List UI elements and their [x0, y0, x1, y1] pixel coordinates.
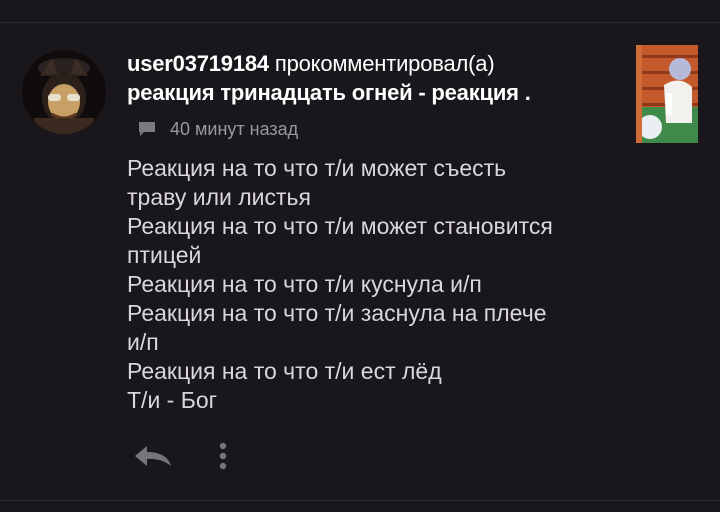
- comment-actions: [128, 440, 238, 476]
- comment-headline: user03719184 прокомментировал(а) реакция…: [127, 49, 627, 107]
- comment-body: Реакция на то что т/и может съесть траву…: [127, 155, 553, 413]
- reply-arrow-icon: [133, 444, 173, 473]
- more-vertical-icon: [219, 442, 227, 475]
- user-avatar[interactable]: [22, 50, 106, 134]
- username-link[interactable]: user03719184: [127, 51, 269, 76]
- post-thumbnail[interactable]: [636, 45, 698, 143]
- bottom-divider: [0, 500, 720, 501]
- comment-meta: 40 минут назад: [138, 118, 298, 140]
- action-text: прокомментировал(а): [274, 51, 495, 76]
- timestamp: 40 минут назад: [170, 118, 299, 139]
- post-title-link[interactable]: реакция тринадцать огней - реакция .: [127, 78, 627, 107]
- chat-bubble-icon: [138, 121, 156, 137]
- top-divider: [0, 22, 720, 23]
- reply-button[interactable]: [128, 440, 178, 476]
- more-options-button[interactable]: [208, 440, 238, 476]
